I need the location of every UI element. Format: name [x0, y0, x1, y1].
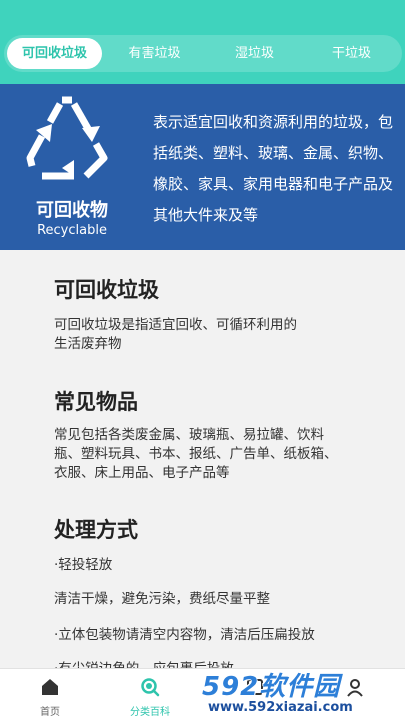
section-title: 处理方式	[54, 518, 138, 542]
recycle-icon	[26, 96, 108, 180]
list-item: 清洁干燥，避免污染，费纸尽量平整	[54, 591, 270, 607]
nav-encyclopedia[interactable]: 分类百科	[100, 669, 200, 720]
tab-recyclable[interactable]: 可回收垃圾	[7, 38, 102, 69]
banner-title-cn: 可回收物	[36, 200, 108, 221]
category-tab-bar: 可回收垃圾 有害垃圾 湿垃圾 干垃圾	[0, 0, 405, 84]
section-title: 常见物品	[54, 390, 138, 414]
watermark-url: www.592xiazai.com	[208, 700, 353, 715]
nav-home-label: 首页	[40, 707, 60, 718]
nav-home[interactable]: 首页	[0, 669, 100, 720]
section-text: 可回收垃圾是指适宜回收、可循环利用的生活废弃物	[54, 317, 297, 352]
list-item: ·轻投轻放	[54, 557, 113, 573]
banner-description: 表示适宜回收和资源利用的垃圾，包括纸类、塑料、玻璃、金属、织物、橡胶、家具、家用…	[153, 113, 394, 224]
article-content: 可回收垃圾 可回收垃圾是指适宜回收、可循环利用的生活废弃物 常见物品 常见包括各…	[0, 250, 405, 670]
banner-title-en: Recyclable	[37, 223, 107, 238]
category-banner: 可回收物 Recyclable 表示适宜回收和资源利用的垃圾，包括纸类、塑料、玻…	[0, 84, 405, 250]
section-title: 可回收垃圾	[54, 278, 159, 302]
section-text: 常见包括各类废金属、玻璃瓶、易拉罐、饮料瓶、塑料玩具、书本、报纸、广告单、纸板箱…	[54, 427, 338, 481]
tab-dry[interactable]: 干垃圾	[304, 35, 399, 72]
tab-wet[interactable]: 湿垃圾	[207, 35, 302, 72]
search-icon	[141, 678, 160, 697]
tab-hazardous[interactable]: 有害垃圾	[107, 35, 202, 72]
watermark-logo-text: 592软件园	[202, 672, 341, 702]
home-icon	[42, 679, 58, 695]
list-item: ·立体包装物请清空内容物，清洁后压扁投放	[54, 627, 315, 643]
nav-encyclopedia-label: 分类百科	[130, 707, 170, 718]
site-watermark: 592软件园 www.592xiazai.com	[196, 668, 405, 720]
tab-group: 可回收垃圾 有害垃圾 湿垃圾 干垃圾	[4, 35, 402, 72]
